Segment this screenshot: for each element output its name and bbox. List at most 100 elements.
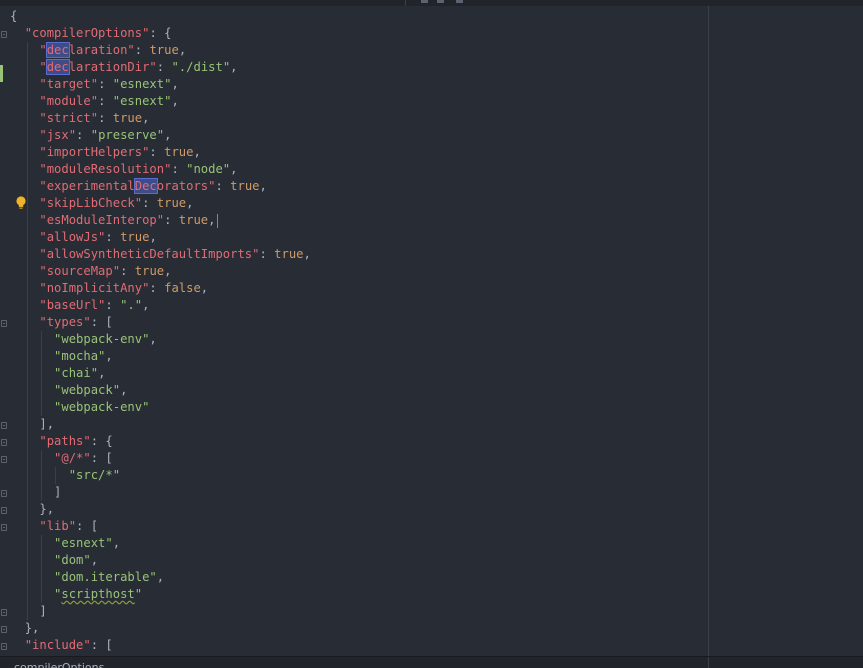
typo-warning: scripthost	[61, 587, 135, 601]
json-key: "esModuleInterop"	[39, 213, 165, 227]
punctuation: :	[105, 298, 121, 312]
fold-icon[interactable]	[1, 490, 7, 497]
indent-guide	[27, 93, 28, 110]
indent-guide	[41, 365, 42, 382]
code-line[interactable]: "src/*"	[10, 467, 311, 484]
fold-icon[interactable]	[1, 626, 7, 633]
code-line[interactable]: "importHelpers": true,	[10, 144, 311, 161]
punctuation: ,	[200, 281, 209, 295]
indent-guide	[27, 433, 28, 450]
code-line[interactable]: "include": [	[10, 637, 311, 654]
punctuation: ,	[120, 383, 128, 397]
code-editor[interactable]: { "compilerOptions": { "declaration": tr…	[0, 0, 863, 668]
code-line[interactable]: "allowJs": true,	[10, 229, 311, 246]
json-string: "esnext"	[54, 536, 113, 550]
code-line[interactable]: "dom",	[10, 552, 311, 569]
code-line[interactable]: "baseUrl": ".",	[10, 297, 311, 314]
code-line[interactable]: "declarationDir": "./dist",	[10, 59, 311, 76]
code-line[interactable]: "allowSyntheticDefaultImports": true,	[10, 246, 311, 263]
bracket-close: ]	[54, 485, 62, 499]
code-line[interactable]: },	[10, 620, 311, 637]
tab-edge-marker	[421, 0, 428, 3]
code-line[interactable]: "esnext",	[10, 535, 311, 552]
search-highlight: dec	[45, 59, 70, 75]
code-line[interactable]: ]	[10, 484, 311, 501]
json-key: "paths"	[39, 434, 91, 448]
punctuation: ,	[230, 162, 238, 176]
punctuation: :	[134, 43, 150, 57]
json-key: "target"	[39, 77, 99, 91]
code-line[interactable]: "chai",	[10, 365, 311, 382]
indent-guide	[27, 195, 28, 212]
json-key: "baseUrl"	[39, 298, 106, 312]
code-line[interactable]: "dom.iterable",	[10, 569, 311, 586]
code-line[interactable]: "moduleResolution": "node",	[10, 161, 311, 178]
code-line[interactable]: "jsx": "preserve",	[10, 127, 311, 144]
punctuation: :	[120, 264, 135, 278]
code-line[interactable]: "declaration": true,	[10, 42, 311, 59]
code-line[interactable]: "strict": true,	[10, 110, 311, 127]
punctuation: ,	[156, 570, 165, 584]
punctuation: :	[98, 94, 113, 108]
code-line[interactable]: "webpack-env",	[10, 331, 311, 348]
code-line[interactable]: "skipLibCheck": true,	[10, 195, 311, 212]
brace-close: },	[39, 502, 55, 516]
code-line[interactable]: "compilerOptions": {	[10, 25, 311, 42]
code-line[interactable]: {	[10, 8, 311, 25]
indent-guide	[27, 484, 28, 501]
punctuation: ,	[171, 94, 179, 108]
code-content[interactable]: { "compilerOptions": { "declaration": tr…	[10, 8, 311, 654]
fold-icon[interactable]	[1, 507, 7, 514]
json-key: "skipLibCheck"	[39, 196, 143, 210]
code-line[interactable]: "sourceMap": true,	[10, 263, 311, 280]
code-line[interactable]: "target": "esnext",	[10, 76, 311, 93]
code-line[interactable]: "@/*": [	[10, 450, 311, 467]
json-boolean: false	[164, 281, 201, 295]
code-line[interactable]: "module": "esnext",	[10, 93, 311, 110]
fold-icon[interactable]	[1, 320, 7, 327]
code-line[interactable]: "noImplicitAny": false,	[10, 280, 311, 297]
code-line[interactable]: "paths": {	[10, 433, 311, 450]
json-boolean: true	[230, 179, 260, 193]
json-key: "types"	[39, 315, 91, 329]
code-line[interactable]: "experimentalDecorators": true,	[10, 178, 311, 195]
indent-guide	[27, 331, 28, 348]
code-line[interactable]: },	[10, 501, 311, 518]
search-highlight: dec	[45, 42, 70, 58]
indent-guide	[27, 501, 28, 518]
json-string: "mocha"	[54, 349, 106, 363]
json-key: "noImplicitAny"	[39, 281, 150, 295]
fold-icon[interactable]	[1, 422, 7, 429]
punctuation: ,	[105, 349, 113, 363]
json-key: "compilerOptions"	[24, 26, 150, 40]
code-line[interactable]: "webpack",	[10, 382, 311, 399]
fold-icon[interactable]	[1, 439, 7, 446]
punctuation: : {	[149, 26, 172, 40]
json-boolean: true	[112, 111, 143, 125]
code-line[interactable]: "webpack-env"	[10, 399, 311, 416]
tab-edge-marker	[437, 0, 444, 3]
code-line[interactable]: ]	[10, 603, 311, 620]
code-line[interactable]: "types": [	[10, 314, 311, 331]
fold-icon[interactable]	[1, 643, 7, 650]
indent-guide	[27, 229, 28, 246]
code-line-current[interactable]: "esModuleInterop": true,	[10, 212, 311, 229]
fold-icon[interactable]	[1, 609, 7, 616]
code-line[interactable]: "scripthost"	[10, 586, 311, 603]
indent-guide	[27, 586, 28, 603]
breadcrumb[interactable]: compilerOptions	[14, 662, 104, 668]
code-line[interactable]: ],	[10, 416, 311, 433]
fold-icon[interactable]	[1, 524, 7, 531]
code-line[interactable]: "lib": [	[10, 518, 311, 535]
json-string: "dom.iterable"	[54, 570, 157, 584]
text-caret	[216, 213, 218, 228]
punctuation: :	[156, 60, 172, 74]
indent-guide	[27, 535, 28, 552]
json-key: "allowSyntheticDefaultImports"	[39, 247, 260, 261]
punctuation: :	[105, 230, 121, 244]
fold-icon[interactable]	[1, 31, 7, 38]
json-key: "jsx"	[39, 128, 77, 142]
pane-divider	[405, 0, 406, 6]
code-line[interactable]: "mocha",	[10, 348, 311, 365]
fold-icon[interactable]	[1, 456, 7, 463]
